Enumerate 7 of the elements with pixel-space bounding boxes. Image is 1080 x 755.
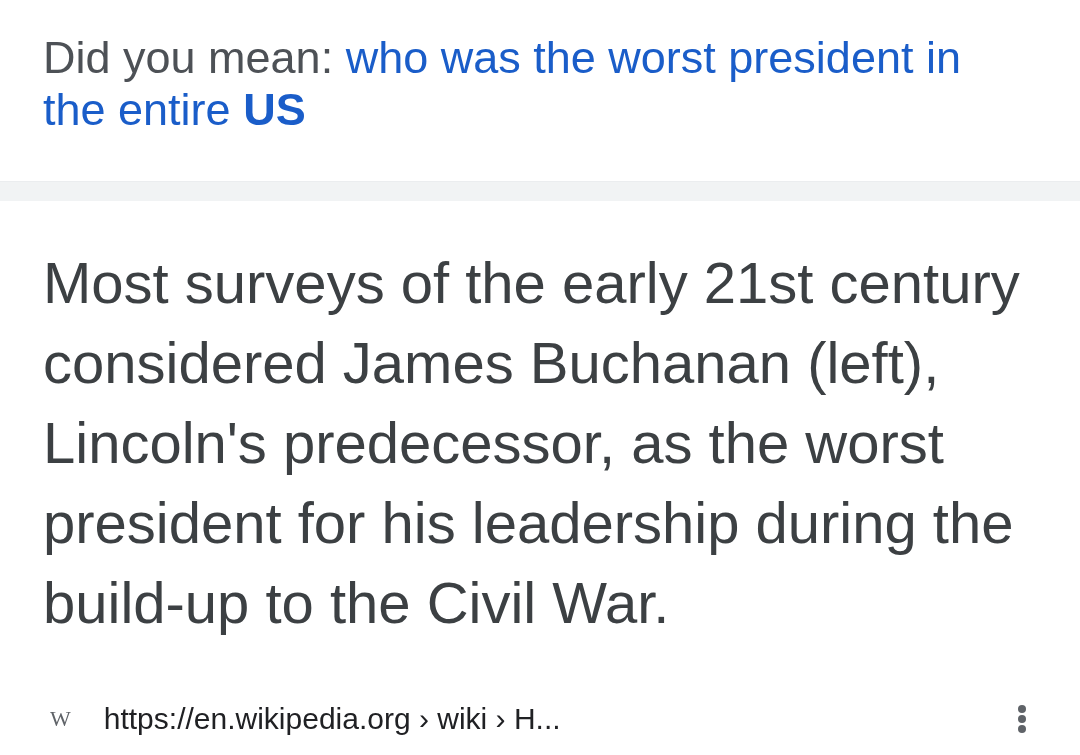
- answer-text: Most surveys of the early 21st century considered James Buchanan (left), Lincoln's predecessor, as the worst president for his leadership during the build-up to the Civil War.: [43, 249, 1021, 637]
- more-options-icon[interactable]: [1017, 704, 1027, 734]
- site-favicon: W: [50, 708, 71, 730]
- source-url[interactable]: https://en.wikipedia.org › wiki › H...: [103, 702, 561, 736]
- suggestion-link[interactable]: the entire US: [43, 84, 306, 135]
- did-you-mean-label: Did you mean:: [43, 32, 334, 83]
- suggestion-link[interactable]: who was the worst president in: [345, 32, 961, 83]
